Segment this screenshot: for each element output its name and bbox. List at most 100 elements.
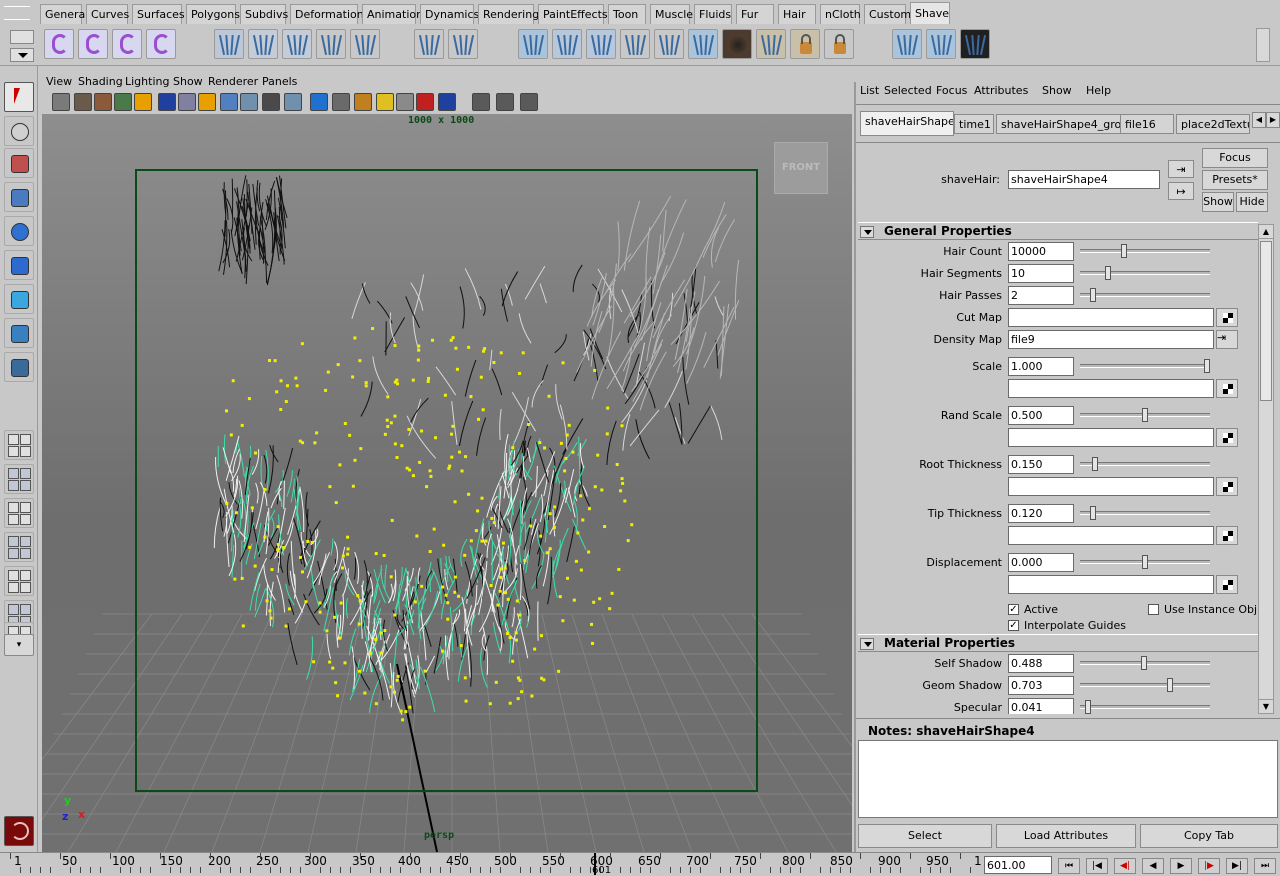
eye-icon[interactable] bbox=[414, 29, 444, 59]
shelf-menu-arrow-icon[interactable] bbox=[10, 48, 34, 62]
ae-menu-attributes[interactable]: Attributes bbox=[974, 84, 1028, 97]
move-icon[interactable] bbox=[4, 182, 34, 212]
time-slider[interactable]: 1 50 100 150 200 250 300 350 400 450 500 550 600 650 7… bbox=[0, 852, 1280, 876]
eye-icon[interactable] bbox=[350, 29, 380, 59]
smooth-shade-icon[interactable] bbox=[310, 93, 328, 111]
select-camera-icon[interactable] bbox=[52, 93, 70, 111]
self-shadow-slider[interactable] bbox=[1080, 656, 1210, 670]
load-attributes-button[interactable]: Load Attributes bbox=[996, 824, 1136, 848]
tip-thickness-slider[interactable] bbox=[1080, 506, 1210, 520]
film-gate-icon[interactable] bbox=[158, 93, 176, 111]
guide-curve-icon[interactable] bbox=[78, 29, 108, 59]
arrow-down-icon[interactable] bbox=[688, 29, 718, 59]
dots-icon[interactable] bbox=[282, 29, 312, 59]
viewport-menu-renderer[interactable]: Renderer bbox=[208, 75, 258, 88]
root-thickness-field[interactable]: 0.150 bbox=[1008, 455, 1074, 474]
scissors-icon[interactable] bbox=[518, 29, 548, 59]
comb-icon[interactable] bbox=[654, 29, 684, 59]
isolate-icon[interactable] bbox=[438, 93, 456, 111]
map-checker-icon[interactable] bbox=[1216, 379, 1238, 398]
tip-thickness-field[interactable]: 0.120 bbox=[1008, 504, 1074, 523]
step-forward-key-icon[interactable]: ▶| bbox=[1226, 858, 1248, 874]
scale-map-field[interactable] bbox=[1008, 379, 1214, 398]
lock-icon[interactable] bbox=[824, 29, 854, 59]
presets-button[interactable]: Presets* bbox=[1202, 170, 1268, 190]
guide-curve-icon[interactable] bbox=[44, 29, 74, 59]
scale-icon[interactable] bbox=[4, 250, 34, 280]
select-icon[interactable] bbox=[4, 82, 34, 112]
shelf-tab-curves[interactable]: Curves bbox=[86, 4, 129, 24]
density-map-field[interactable]: file9 bbox=[1008, 330, 1214, 349]
shelf-tab-muscle[interactable]: Muscle bbox=[650, 4, 693, 24]
ae-menu-show[interactable]: Show bbox=[1042, 84, 1072, 97]
strands-icon[interactable] bbox=[960, 29, 990, 59]
xray-joints-icon[interactable] bbox=[496, 93, 514, 111]
shelf-tab-custom[interactable]: Custom bbox=[864, 4, 911, 24]
hair-passes-slider[interactable] bbox=[1080, 288, 1210, 302]
lights-icon[interactable] bbox=[376, 93, 394, 111]
tab-scroll-right-icon[interactable]: ▶ bbox=[1266, 112, 1280, 128]
safe-title-icon[interactable] bbox=[262, 93, 280, 111]
flat-shade-icon[interactable] bbox=[332, 93, 350, 111]
viewport-menu-panels[interactable]: Panels bbox=[262, 75, 297, 88]
hide-button[interactable]: Hide bbox=[1236, 192, 1268, 212]
geom-shadow-field[interactable]: 0.703 bbox=[1008, 676, 1074, 695]
ae-tab-shavehairshape4[interactable]: shaveHairShape4 bbox=[860, 111, 954, 136]
hair-segments-field[interactable]: 10 bbox=[1008, 264, 1074, 283]
shelf-tab-painteffects[interactable]: PaintEffects bbox=[538, 4, 608, 24]
geom-shadow-slider[interactable] bbox=[1080, 678, 1210, 692]
outliner-view-icon[interactable] bbox=[4, 532, 34, 562]
map-checker-icon[interactable] bbox=[1216, 477, 1238, 496]
shelf-tab-polygons[interactable]: Polygons bbox=[186, 4, 240, 24]
specular-field[interactable]: 0.041 bbox=[1008, 698, 1074, 714]
self-shadow-field[interactable]: 0.488 bbox=[1008, 654, 1074, 673]
shelf-tab-fur[interactable]: Fur bbox=[736, 4, 774, 24]
shelf-tab-toon[interactable]: Toon bbox=[608, 4, 646, 24]
shelf-tab-dynamics[interactable]: Dynamics bbox=[420, 4, 479, 24]
go-to-start-icon[interactable]: ⏮ bbox=[1058, 858, 1080, 874]
go-to-end-icon[interactable]: ⏭ bbox=[1254, 858, 1276, 874]
rand-scale-map-field[interactable] bbox=[1008, 428, 1214, 447]
viewport-menu-show[interactable]: Show bbox=[173, 75, 203, 88]
hair-segments-slider[interactable] bbox=[1080, 266, 1210, 280]
undo-icon[interactable] bbox=[892, 29, 922, 59]
select-button[interactable]: Select bbox=[858, 824, 992, 848]
hair-passes-field[interactable]: 2 bbox=[1008, 286, 1074, 305]
map-checker-icon[interactable] bbox=[1216, 308, 1238, 327]
four-view-icon[interactable] bbox=[4, 464, 34, 494]
tab-scroll-left-icon[interactable]: ◀ bbox=[1252, 112, 1266, 128]
specular-slider[interactable] bbox=[1080, 700, 1210, 714]
displacement-slider[interactable] bbox=[1080, 555, 1210, 569]
map-checker-icon[interactable] bbox=[1216, 428, 1238, 447]
shelf-tab-general[interactable]: General bbox=[40, 4, 88, 24]
notes-textarea[interactable] bbox=[858, 740, 1278, 818]
split-icon[interactable] bbox=[214, 29, 244, 59]
map-checker-icon[interactable] bbox=[1216, 526, 1238, 545]
play-backward-icon[interactable]: ◀ bbox=[1142, 858, 1164, 874]
ae-menu-help[interactable]: Help bbox=[1086, 84, 1111, 97]
lock-icon[interactable] bbox=[790, 29, 820, 59]
shelf-tab-surfaces[interactable]: Surfaces bbox=[132, 4, 185, 24]
active-checkbox[interactable]: ✓ bbox=[1008, 604, 1019, 615]
viewport-menu-shading[interactable]: Shading bbox=[78, 75, 123, 88]
step-back-key-icon[interactable]: |◀ bbox=[1086, 858, 1108, 874]
rand-scale-slider[interactable] bbox=[1080, 408, 1210, 422]
shelf-menu-grip[interactable] bbox=[4, 6, 30, 20]
rand-scale-field[interactable]: 0.500 bbox=[1008, 406, 1074, 425]
go-to-output-icon[interactable]: ↦ bbox=[1168, 182, 1194, 200]
hair-strands-icon[interactable] bbox=[552, 29, 582, 59]
resolution-gate-icon[interactable] bbox=[178, 93, 196, 111]
map-checker-icon[interactable] bbox=[1216, 575, 1238, 594]
guide-curve-icon[interactable] bbox=[146, 29, 176, 59]
image-plane-icon[interactable] bbox=[114, 93, 132, 111]
soft-mod-icon[interactable] bbox=[4, 318, 34, 348]
general-properties-header[interactable]: General Properties bbox=[858, 222, 1258, 240]
xray-icon[interactable] bbox=[472, 93, 490, 111]
shelf-scroll[interactable] bbox=[1256, 28, 1270, 62]
shelf-tab-ncloth[interactable]: nCloth bbox=[820, 4, 861, 24]
guide-curve-icon[interactable] bbox=[112, 29, 142, 59]
sun-icon[interactable] bbox=[586, 29, 616, 59]
map-input-icon[interactable]: ⇥ bbox=[1216, 330, 1238, 349]
texture-icon[interactable] bbox=[354, 93, 372, 111]
grid-icon[interactable] bbox=[134, 93, 152, 111]
